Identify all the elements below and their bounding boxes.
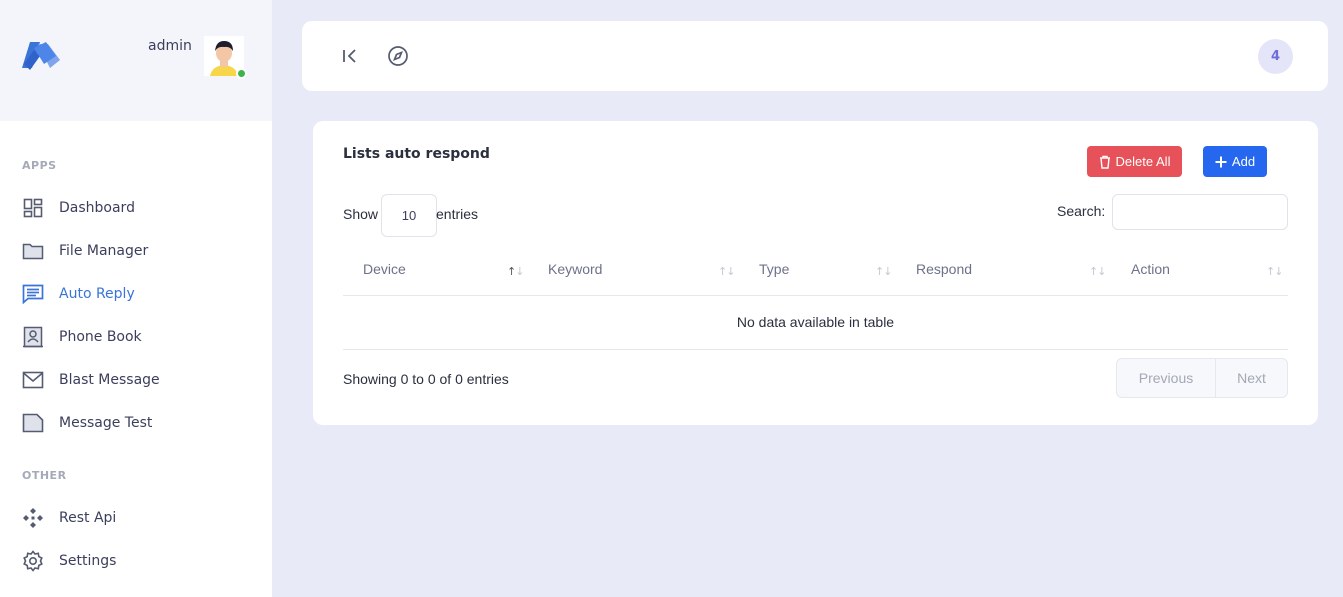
table-divider [343, 295, 1288, 296]
plus-icon [1215, 156, 1227, 168]
add-label: Add [1231, 154, 1256, 169]
sidebar-item-label: Message Test [59, 415, 153, 431]
delete-all-button[interactable]: Delete All [1087, 146, 1182, 177]
sidebar-item-label: Dashboard [59, 200, 135, 216]
column-header-device[interactable]: Device [363, 261, 406, 277]
sidebar-item-message-test[interactable]: Message Test [22, 411, 252, 435]
sort-icon[interactable]: ↑↓ [718, 265, 735, 278]
note-icon [22, 412, 44, 434]
user-name: admin [148, 38, 192, 54]
api-icon [22, 507, 44, 529]
sidebar-item-auto-reply[interactable]: Auto Reply [22, 282, 252, 306]
column-header-action[interactable]: Action [1131, 261, 1170, 277]
top-bar: 4 [302, 21, 1328, 91]
avatar[interactable] [204, 36, 247, 79]
sidebar-item-label: Rest Api [59, 510, 117, 526]
app-logo[interactable] [20, 38, 62, 72]
pagination: Previous Next [1116, 358, 1288, 398]
table-divider [343, 349, 1288, 350]
notification-badge[interactable]: 4 [1258, 39, 1293, 74]
sort-asc-icon[interactable]: ↑↓ [507, 265, 524, 278]
column-header-keyword[interactable]: Keyword [548, 261, 602, 277]
column-header-type[interactable]: Type [759, 261, 789, 277]
sidebar-item-label: Settings [59, 553, 117, 569]
column-header-respond[interactable]: Respond [916, 261, 972, 277]
collapse-sidebar-icon[interactable] [339, 45, 361, 67]
table-info: Showing 0 to 0 of 0 entries [343, 371, 509, 387]
sidebar-item-settings[interactable]: Settings [22, 549, 252, 573]
folder-icon [22, 240, 44, 262]
next-page-button[interactable]: Next [1216, 359, 1287, 397]
sidebar-header: admin [0, 0, 272, 121]
section-label-apps: APPS [22, 159, 57, 172]
sidebar-item-label: Blast Message [59, 372, 160, 388]
delete-all-label: Delete All [1115, 154, 1171, 169]
sidebar-item-phone-book[interactable]: Phone Book [22, 325, 252, 349]
sort-icon[interactable]: ↑↓ [1089, 265, 1106, 278]
sidebar-item-blast-message[interactable]: Blast Message [22, 368, 252, 392]
message-icon [22, 283, 44, 305]
card-title: Lists auto respond [343, 146, 490, 162]
auto-respond-card: Lists auto respond Delete All Add Show 1… [313, 121, 1318, 425]
gear-icon [22, 550, 44, 572]
show-label: Show [343, 206, 379, 222]
empty-table-message: No data available in table [736, 314, 895, 330]
previous-page-button[interactable]: Previous [1117, 359, 1216, 397]
mail-icon [22, 369, 44, 391]
compass-icon[interactable] [387, 45, 409, 67]
sidebar: admin APPS Dashboard File Manager Auto R… [0, 0, 272, 597]
sort-icon[interactable]: ↑↓ [1266, 265, 1283, 278]
sidebar-item-label: Phone Book [59, 329, 142, 345]
online-status-dot [236, 68, 247, 79]
contact-book-icon [22, 326, 44, 348]
sidebar-item-label: Auto Reply [59, 286, 135, 302]
search-input[interactable] [1112, 194, 1288, 230]
add-button[interactable]: Add [1203, 146, 1267, 177]
sort-icon[interactable]: ↑↓ [875, 265, 892, 278]
dashboard-icon [22, 197, 44, 219]
search-label: Search: [1057, 203, 1106, 219]
entries-value: 10 [401, 208, 417, 223]
entries-per-page-select[interactable]: 10 [381, 194, 437, 237]
sidebar-item-file-manager[interactable]: File Manager [22, 239, 252, 263]
trash-icon [1099, 155, 1111, 169]
sidebar-item-dashboard[interactable]: Dashboard [22, 196, 252, 220]
entries-label: entries [436, 206, 479, 222]
section-label-other: OTHER [22, 469, 67, 482]
sidebar-item-rest-api[interactable]: Rest Api [22, 506, 252, 530]
sidebar-item-label: File Manager [59, 243, 149, 259]
